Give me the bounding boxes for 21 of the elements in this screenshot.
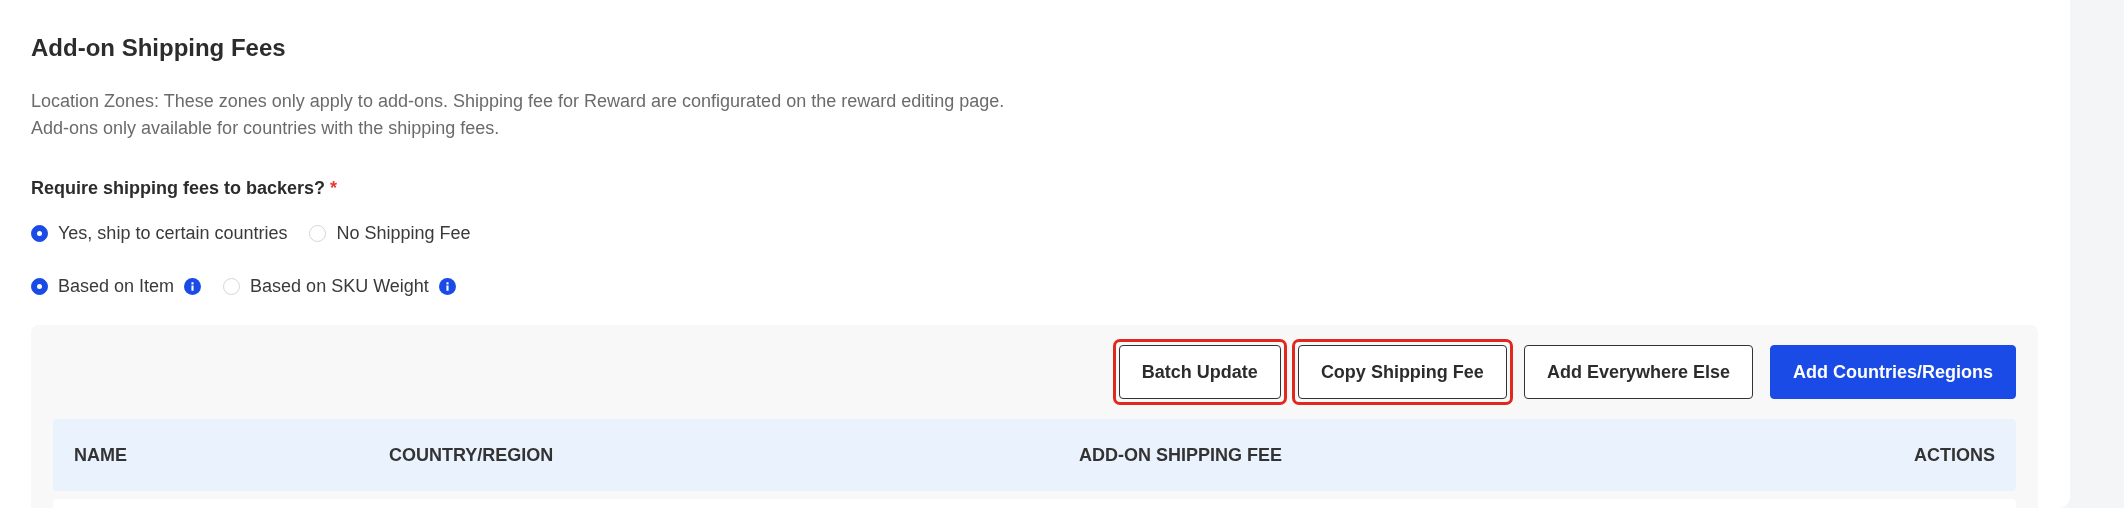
column-header: ACTIONS — [1914, 444, 1995, 466]
toolbar-button[interactable]: Add Everywhere Else — [1523, 345, 1753, 399]
radio-button[interactable] — [31, 278, 48, 295]
column-header: COUNTRY/REGION — [389, 444, 555, 466]
required-mark: * — [330, 178, 338, 199]
radio-label[interactable]: Yes, ship to certain countries — [58, 223, 288, 244]
radio-label[interactable]: Based on Item — [58, 276, 175, 297]
toolbar-button[interactable]: Copy Shipping Fee — [1297, 345, 1507, 399]
info-icon — [438, 278, 456, 295]
toolbar-button[interactable]: Batch Update — [1118, 345, 1281, 399]
section-title: Add-on Shipping Fees — [31, 34, 287, 62]
add-button[interactable]: Add Countries/Regions — [1770, 345, 2016, 399]
info-icon — [184, 278, 202, 295]
column-header: NAME — [74, 444, 128, 466]
radio-button[interactable] — [31, 225, 48, 242]
radio-label[interactable]: Based on SKU Weight — [250, 276, 429, 297]
description-text: Location Zones: These zones only apply to add-ons. Shipping fee for Reward are configurated on the reward editing page. — [31, 90, 1006, 113]
radio-label[interactable]: No Shipping Fee — [336, 223, 471, 244]
column-header: ADD-ON SHIPPING FEE — [1079, 444, 1284, 466]
description-text: Add-ons only available for countries with the shipping fees. — [31, 117, 501, 140]
question-label: Require shipping fees to backers? — [31, 178, 326, 199]
